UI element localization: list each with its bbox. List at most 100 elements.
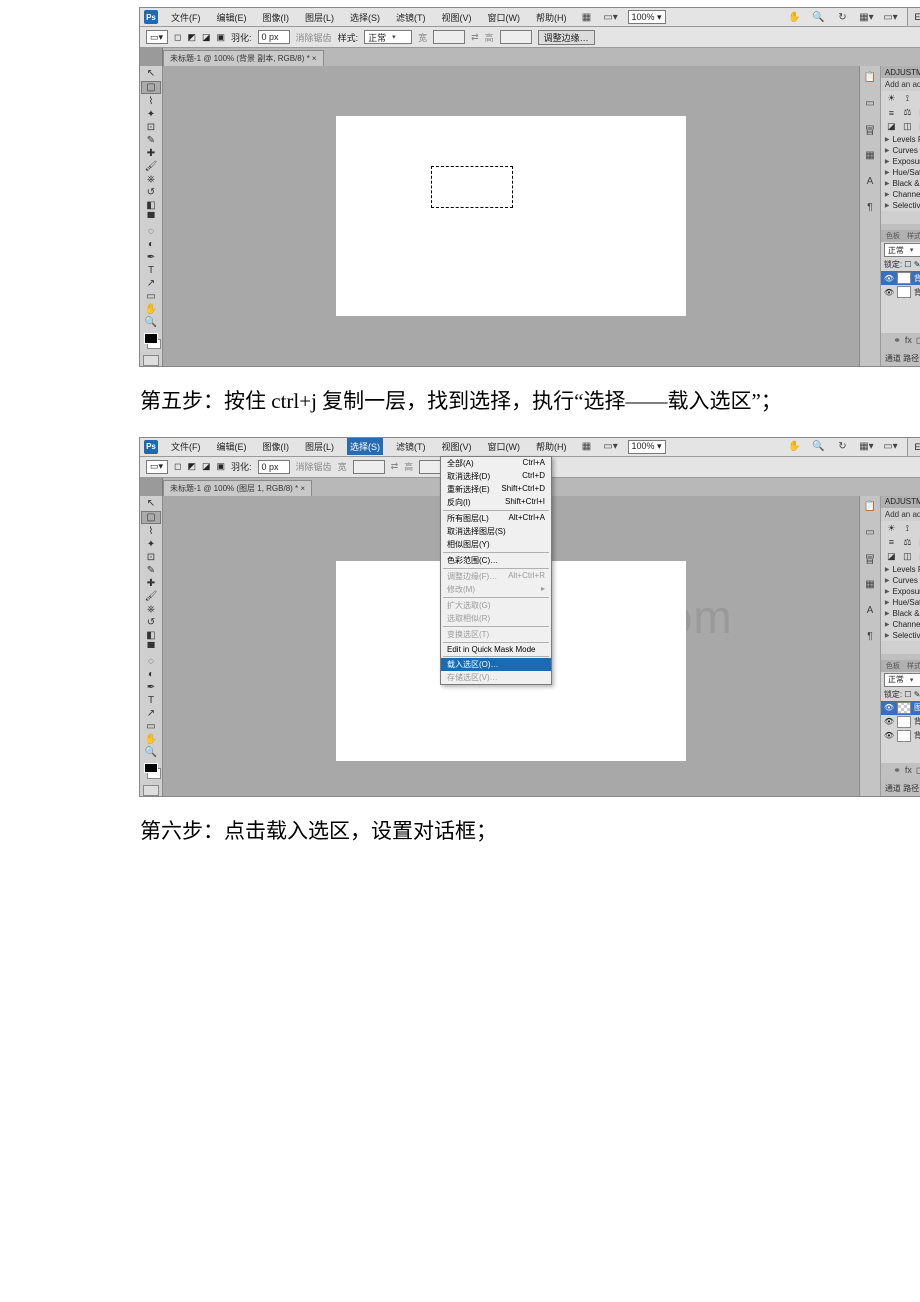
para-panel-icon[interactable]: A: [862, 604, 878, 618]
eraser-tool-icon[interactable]: ◧: [142, 200, 160, 211]
layer-row[interactable]: 👁 背景: [881, 285, 920, 299]
screenmode-icon[interactable]: ▭▾: [883, 440, 897, 454]
post-icon[interactable]: ◫: [901, 551, 914, 562]
canvas-area[interactable]: [163, 66, 859, 366]
invert-icon[interactable]: ◪: [885, 121, 898, 132]
preset-exposure[interactable]: ▶Exposure Presets: [881, 156, 920, 167]
brightness-icon[interactable]: ☀: [885, 93, 898, 104]
preset-bw[interactable]: ▶Black & White Presets: [881, 178, 920, 189]
layer-row[interactable]: 👁 背景 副本: [881, 271, 920, 285]
marquee-tool-icon[interactable]: ▢: [141, 81, 161, 94]
tab-styles[interactable]: 样式: [905, 661, 920, 671]
menu-item[interactable]: 取消选择(D)Ctrl+D: [441, 470, 551, 483]
link-icon[interactable]: ⚭: [893, 765, 901, 779]
selection-mode-new-icon[interactable]: ◻: [174, 461, 181, 472]
quickmask-icon[interactable]: [143, 785, 159, 796]
colbal-icon[interactable]: ⚖: [901, 107, 914, 118]
screenmode-icon[interactable]: ▭▾: [883, 10, 897, 24]
feather-input[interactable]: 0 px: [258, 460, 290, 474]
menu-edit[interactable]: 编辑(E): [214, 438, 250, 455]
path-tool-icon[interactable]: ↗: [142, 708, 160, 719]
preset-exposure[interactable]: ▶Exposure Presets: [881, 586, 920, 597]
char-panel-icon[interactable]: 冒: [862, 122, 878, 136]
hand-tool-icon[interactable]: ✋: [142, 304, 160, 315]
preset-levels[interactable]: ▶Levels Presets: [881, 564, 920, 575]
char-panel-icon[interactable]: 冒: [862, 552, 878, 566]
image-panel-icon[interactable]: ▭: [862, 96, 878, 110]
preset-toggle-icon[interactable]: ⇵: [881, 211, 920, 224]
zoom-tool-icon[interactable]: 🔍: [142, 747, 160, 758]
type-tool-icon[interactable]: T: [142, 695, 160, 706]
gradient-tool-icon[interactable]: ▀: [142, 643, 160, 654]
menu-item[interactable]: 相似图层(Y): [441, 538, 551, 551]
adjustments-panel-header[interactable]: ADJUSTMENTS MASKS: [881, 66, 920, 78]
screen-mode-icon[interactable]: ▭▾: [604, 10, 618, 24]
lock-label[interactable]: 锁定: ☐ ✎ ✛ 🔒: [884, 689, 920, 700]
blend-mode-select[interactable]: 正常: [884, 673, 920, 687]
menu-item[interactable]: 重新选择(E)Shift+Ctrl+D: [441, 483, 551, 496]
menu-item[interactable]: Edit in Quick Mask Mode: [441, 644, 551, 655]
gradient-tool-icon[interactable]: ▀: [142, 213, 160, 224]
selection-mode-int-icon[interactable]: ▣: [217, 461, 226, 472]
levels-icon[interactable]: ⟟: [901, 93, 914, 104]
menu-layer[interactable]: 图层(L): [302, 9, 337, 26]
stamp-tool-icon[interactable]: ⎈: [142, 604, 160, 615]
hand-tool-icon[interactable]: ✋: [787, 10, 801, 24]
preset-huesat[interactable]: ▶Hue/Saturation Presets: [881, 597, 920, 608]
eyedropper-tool-icon[interactable]: ✎: [142, 565, 160, 576]
preset-chmix[interactable]: ▶Channel Mixer Presets: [881, 189, 920, 200]
screen-mode-icon[interactable]: ▭▾: [604, 440, 618, 454]
visibility-icon[interactable]: 👁: [884, 288, 894, 297]
menu-item[interactable]: 所有图层(L)Alt+Ctrl+A: [441, 512, 551, 525]
menu-select[interactable]: 选择(S): [347, 438, 383, 455]
rotate-view-icon[interactable]: ↻: [835, 10, 849, 24]
document-tab[interactable]: 未标题-1 @ 100% (图层 1, RGB/8) * ×: [163, 480, 312, 496]
move-tool-icon[interactable]: ↖: [142, 68, 160, 79]
preset-chmix[interactable]: ▶Channel Mixer Presets: [881, 619, 920, 630]
menu-view[interactable]: 视图(V): [439, 9, 475, 26]
workspace-switcher[interactable]: ESSENTIALS: [907, 8, 920, 26]
preset-levels[interactable]: ▶Levels Presets: [881, 134, 920, 145]
blend-mode-select[interactable]: 正常: [884, 243, 920, 257]
wand-tool-icon[interactable]: ✦: [142, 109, 160, 120]
fx-icon[interactable]: fx: [905, 335, 912, 349]
menu-window[interactable]: 窗口(W): [485, 438, 524, 455]
colbal-icon[interactable]: ⚖: [901, 537, 914, 548]
menu-item[interactable]: 反向(I)Shift+Ctrl+I: [441, 496, 551, 509]
preset-curves[interactable]: ▶Curves Presets: [881, 575, 920, 586]
move-tool-icon[interactable]: ↖: [142, 498, 160, 509]
selection-mode-sub-icon[interactable]: ◪: [202, 32, 211, 43]
zoom-level[interactable]: 100% ▾: [628, 440, 666, 454]
path-tool-icon[interactable]: ↗: [142, 278, 160, 289]
menu-item[interactable]: 色彩范围(C)…: [441, 554, 551, 567]
history-panel-icon[interactable]: 📋: [862, 70, 878, 84]
tab-swatches[interactable]: 色板: [884, 231, 902, 241]
healing-tool-icon[interactable]: ✚: [142, 148, 160, 159]
workspace-switcher[interactable]: ESSENTIALS: [907, 438, 920, 456]
zoom-level[interactable]: 100% ▾: [628, 10, 666, 24]
brightness-icon[interactable]: ☀: [885, 523, 898, 534]
document-tab[interactable]: 未标题-1 @ 100% (背景 副本, RGB/8) * ×: [163, 50, 324, 66]
menu-file[interactable]: 文件(F): [168, 9, 204, 26]
layer-row[interactable]: 👁 背景 副本: [881, 715, 920, 729]
bridge-icon[interactable]: ▦: [580, 10, 594, 24]
arrange-icon[interactable]: ▦▾: [859, 440, 873, 454]
menu-help[interactable]: 帮助(H): [533, 9, 570, 26]
feather-input[interactable]: 0 px: [258, 30, 290, 44]
blur-tool-icon[interactable]: ◌: [142, 656, 160, 667]
dodge-tool-icon[interactable]: ◐: [142, 669, 160, 680]
menu-item[interactable]: 全部(A)Ctrl+A: [441, 457, 551, 470]
preset-selcol[interactable]: ▶Selective Color Presets: [881, 630, 920, 641]
selection-mode-add-icon[interactable]: ◩: [187, 32, 196, 43]
lock-label[interactable]: 锁定: ☐ ✎ ✛ 🔒: [884, 259, 920, 270]
anti-alias-check[interactable]: 消除锯齿: [296, 31, 332, 44]
selection-mode-int-icon[interactable]: ▣: [217, 32, 226, 43]
tab-styles[interactable]: 样式: [905, 231, 920, 241]
hue-icon[interactable]: ≡: [885, 537, 898, 548]
preset-bw[interactable]: ▶Black & White Presets: [881, 608, 920, 619]
healing-tool-icon[interactable]: ✚: [142, 578, 160, 589]
wand-tool-icon[interactable]: ✦: [142, 539, 160, 550]
foreground-color-icon[interactable]: [144, 763, 158, 774]
menu-window[interactable]: 窗口(W): [485, 9, 524, 26]
levels-icon[interactable]: ⟟: [901, 523, 914, 534]
